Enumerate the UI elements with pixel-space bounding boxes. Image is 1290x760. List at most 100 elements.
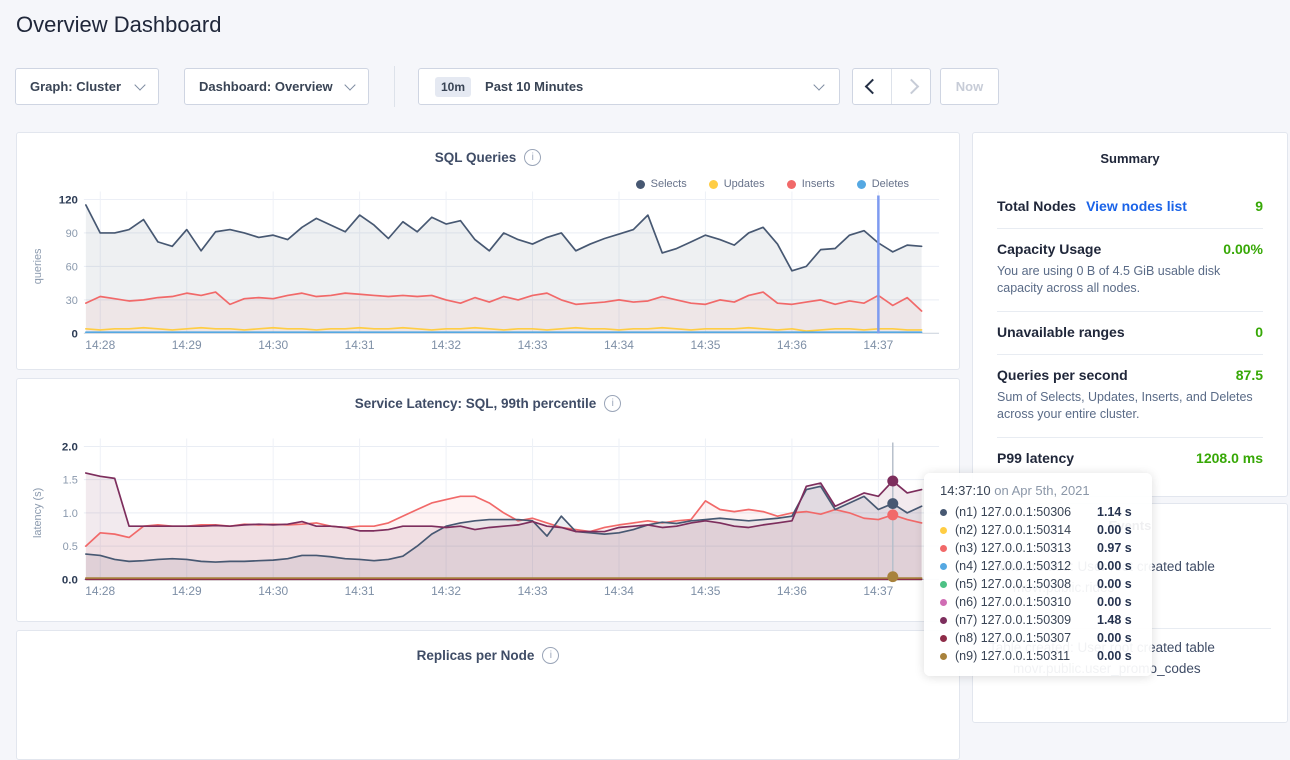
info-icon[interactable]: i <box>542 647 559 664</box>
capacity-usage-description: You are using 0 B of 4.5 GiB usable disk… <box>997 263 1263 297</box>
svg-text:90: 90 <box>66 228 78 240</box>
node-address: (n4) 127.0.0.1:50312 <box>955 559 1097 573</box>
chart-hover-tooltip: 14:37:10 on Apr 5th, 2021 (n1) 127.0.0.1… <box>924 473 1152 676</box>
node-address: (n1) 127.0.0.1:50306 <box>955 505 1097 519</box>
node-latency-value: 0.00 s <box>1097 631 1132 645</box>
replicas-per-node-title: Replicas per Node <box>417 648 535 663</box>
node-color-dot-icon <box>940 617 947 624</box>
tooltip-node-row: (n8) 127.0.0.1:503070.00 s <box>940 629 1152 647</box>
now-button[interactable]: Now <box>940 68 999 105</box>
node-latency-value: 0.00 s <box>1097 577 1132 591</box>
summary-body: Total Nodes View nodes list 9 Capacity U… <box>973 186 1287 480</box>
svg-text:14:32: 14:32 <box>431 584 461 598</box>
service-latency-panel: Service Latency: SQL, 99th percentile i … <box>16 378 960 622</box>
summary-row-qps: Queries per second 87.5 Sum of Selects, … <box>997 355 1263 438</box>
service-latency-chart[interactable]: 0.00.51.01.52.014:2814:2914:3014:3114:32… <box>17 379 959 621</box>
node-latency-value: 0.00 s <box>1097 595 1132 609</box>
svg-text:0.5: 0.5 <box>63 541 78 553</box>
tooltip-timestamp: 14:37:10 on Apr 5th, 2021 <box>940 483 1152 498</box>
svg-text:14:37: 14:37 <box>863 584 893 598</box>
chevron-down-icon <box>134 79 145 90</box>
graph-dropdown-label: Graph: Cluster <box>30 79 121 94</box>
time-range-label: Past 10 Minutes <box>485 79 583 94</box>
total-nodes-value: 9 <box>1255 198 1263 214</box>
node-color-dot-icon <box>940 545 947 552</box>
view-nodes-list-link[interactable]: View nodes list <box>1086 198 1187 214</box>
svg-text:14:33: 14:33 <box>518 584 548 598</box>
time-range-badge: 10m <box>435 77 471 97</box>
summary-panel: Summary Total Nodes View nodes list 9 Ca… <box>972 132 1288 497</box>
replicas-per-node-panel: Replicas per Node i <box>16 630 960 760</box>
graph-dropdown[interactable]: Graph: Cluster <box>15 68 159 105</box>
summary-row-unavailable-ranges: Unavailable ranges 0 <box>997 312 1263 355</box>
time-nav-group <box>852 68 931 105</box>
svg-text:14:29: 14:29 <box>172 584 202 598</box>
node-color-dot-icon <box>940 563 947 570</box>
svg-text:2.0: 2.0 <box>62 441 78 453</box>
node-color-dot-icon <box>940 581 947 588</box>
tooltip-node-row: (n6) 127.0.0.1:503100.00 s <box>940 593 1152 611</box>
time-prev-button[interactable] <box>853 69 891 104</box>
svg-text:14:37: 14:37 <box>863 338 893 352</box>
node-color-dot-icon <box>940 599 947 606</box>
svg-text:30: 30 <box>66 295 78 307</box>
dashboard-dropdown-label: Dashboard: Overview <box>199 79 333 94</box>
svg-text:14:36: 14:36 <box>777 338 807 352</box>
chevron-right-icon <box>903 79 919 95</box>
tooltip-node-row: (n2) 127.0.0.1:503140.00 s <box>940 521 1152 539</box>
node-color-dot-icon <box>940 653 947 660</box>
tooltip-node-row: (n9) 127.0.0.1:503110.00 s <box>940 647 1152 665</box>
svg-text:0.0: 0.0 <box>62 574 78 586</box>
node-latency-value: 0.00 s <box>1097 649 1132 663</box>
node-latency-value: 0.00 s <box>1097 559 1132 573</box>
svg-text:14:31: 14:31 <box>345 338 375 352</box>
dashboard-dropdown[interactable]: Dashboard: Overview <box>184 68 369 105</box>
svg-text:14:30: 14:30 <box>258 338 288 352</box>
tooltip-node-row: (n1) 127.0.0.1:503061.14 s <box>940 503 1152 521</box>
tooltip-node-row: (n4) 127.0.0.1:503120.00 s <box>940 557 1152 575</box>
svg-text:14:32: 14:32 <box>431 338 461 352</box>
capacity-usage-label: Capacity Usage <box>997 241 1101 257</box>
svg-text:14:33: 14:33 <box>518 338 548 352</box>
node-address: (n3) 127.0.0.1:50313 <box>955 541 1097 555</box>
svg-text:1.5: 1.5 <box>63 475 78 487</box>
sql-queries-chart[interactable]: 030609012014:2814:2914:3014:3114:3214:33… <box>17 133 959 369</box>
node-color-dot-icon <box>940 527 947 534</box>
capacity-usage-value: 0.00% <box>1223 241 1263 257</box>
p99-latency-value: 1208.0 ms <box>1196 450 1263 466</box>
tooltip-date: on Apr 5th, 2021 <box>994 483 1089 498</box>
node-address: (n5) 127.0.0.1:50308 <box>955 577 1097 591</box>
node-address: (n7) 127.0.0.1:50309 <box>955 613 1097 627</box>
time-range-dropdown[interactable]: 10m Past 10 Minutes <box>418 68 840 105</box>
svg-text:120: 120 <box>59 194 78 206</box>
replicas-per-node-header: Replicas per Node i <box>17 647 959 664</box>
node-latency-value: 0.00 s <box>1097 523 1132 537</box>
svg-text:14:29: 14:29 <box>172 338 202 352</box>
summary-row-capacity: Capacity Usage 0.00% You are using 0 B o… <box>997 229 1263 312</box>
tooltip-time: 14:37:10 <box>940 483 991 498</box>
tooltip-node-row: (n5) 127.0.0.1:503080.00 s <box>940 575 1152 593</box>
total-nodes-label: Total Nodes <box>997 198 1076 214</box>
svg-text:1.0: 1.0 <box>63 508 78 520</box>
svg-text:0: 0 <box>71 328 77 340</box>
time-next-button[interactable] <box>891 69 930 104</box>
svg-text:14:28: 14:28 <box>85 584 115 598</box>
qps-value: 87.5 <box>1236 367 1263 383</box>
node-color-dot-icon <box>940 509 947 516</box>
page-title: Overview Dashboard <box>16 12 221 38</box>
svg-text:latency (s): latency (s) <box>32 488 44 538</box>
summary-row-total-nodes: Total Nodes View nodes list 9 <box>997 186 1263 229</box>
node-latency-value: 1.48 s <box>1097 613 1132 627</box>
node-latency-value: 0.97 s <box>1097 541 1132 555</box>
sql-queries-panel: SQL Queries i SelectsUpdatesInsertsDelet… <box>16 132 960 370</box>
svg-text:queries: queries <box>32 248 44 284</box>
node-address: (n9) 127.0.0.1:50311 <box>955 649 1097 663</box>
chevron-down-icon <box>813 79 824 90</box>
controls-divider <box>394 66 395 107</box>
svg-text:14:36: 14:36 <box>777 584 807 598</box>
svg-text:14:34: 14:34 <box>604 584 634 598</box>
unavailable-ranges-value: 0 <box>1255 324 1263 340</box>
node-address: (n6) 127.0.0.1:50310 <box>955 595 1097 609</box>
tooltip-rows: (n1) 127.0.0.1:503061.14 s(n2) 127.0.0.1… <box>940 503 1152 665</box>
svg-text:60: 60 <box>66 261 78 273</box>
